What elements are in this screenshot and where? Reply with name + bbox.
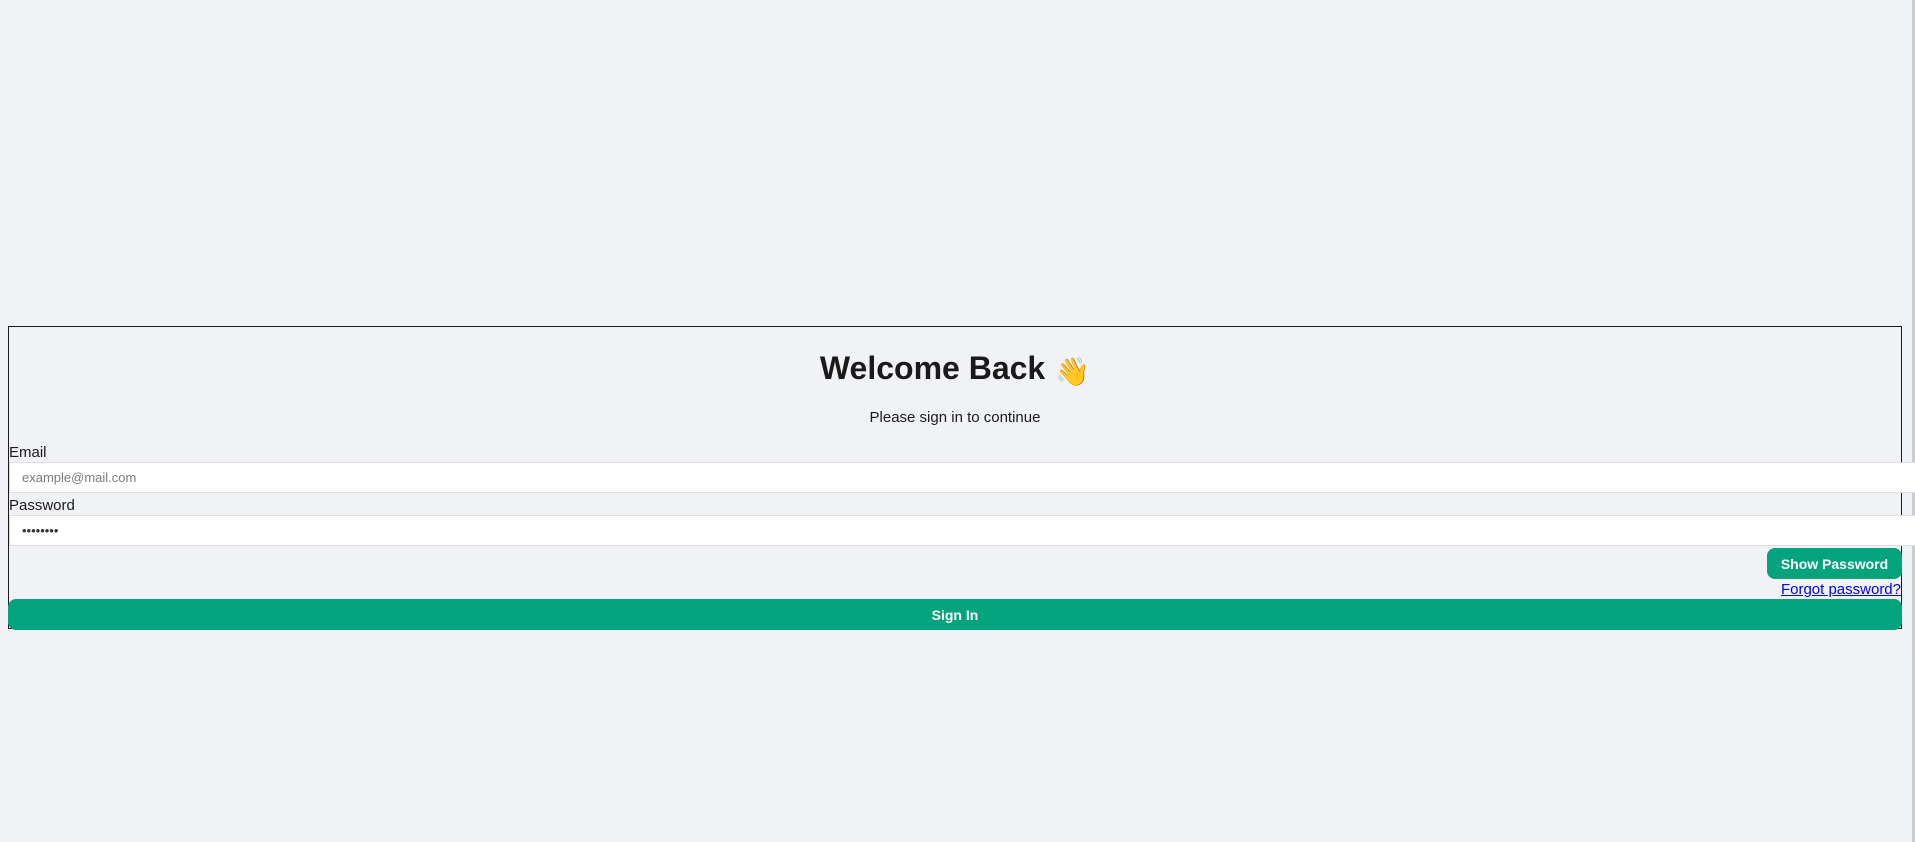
email-field[interactable] [9, 462, 1915, 493]
title-text: Welcome Back [819, 350, 1046, 386]
page-scrollbar[interactable] [1906, 0, 1915, 842]
subtitle: Please sign in to continue [869, 409, 1041, 426]
password-field[interactable] [9, 515, 1915, 546]
waving-hand-icon: 👋 [1055, 356, 1091, 387]
show-password-button[interactable]: Show Password [1767, 548, 1902, 579]
page-title: Welcome Back 👋 [9, 348, 1901, 392]
password-label: Password [9, 497, 75, 514]
email-label: Email [9, 444, 47, 461]
login-card: Welcome Back 👋 Please sign in to continue… [8, 326, 1915, 630]
forgot-password-link[interactable]: Forgot password? [1781, 581, 1901, 599]
sign-in-button[interactable]: Sign In [8, 599, 1902, 630]
